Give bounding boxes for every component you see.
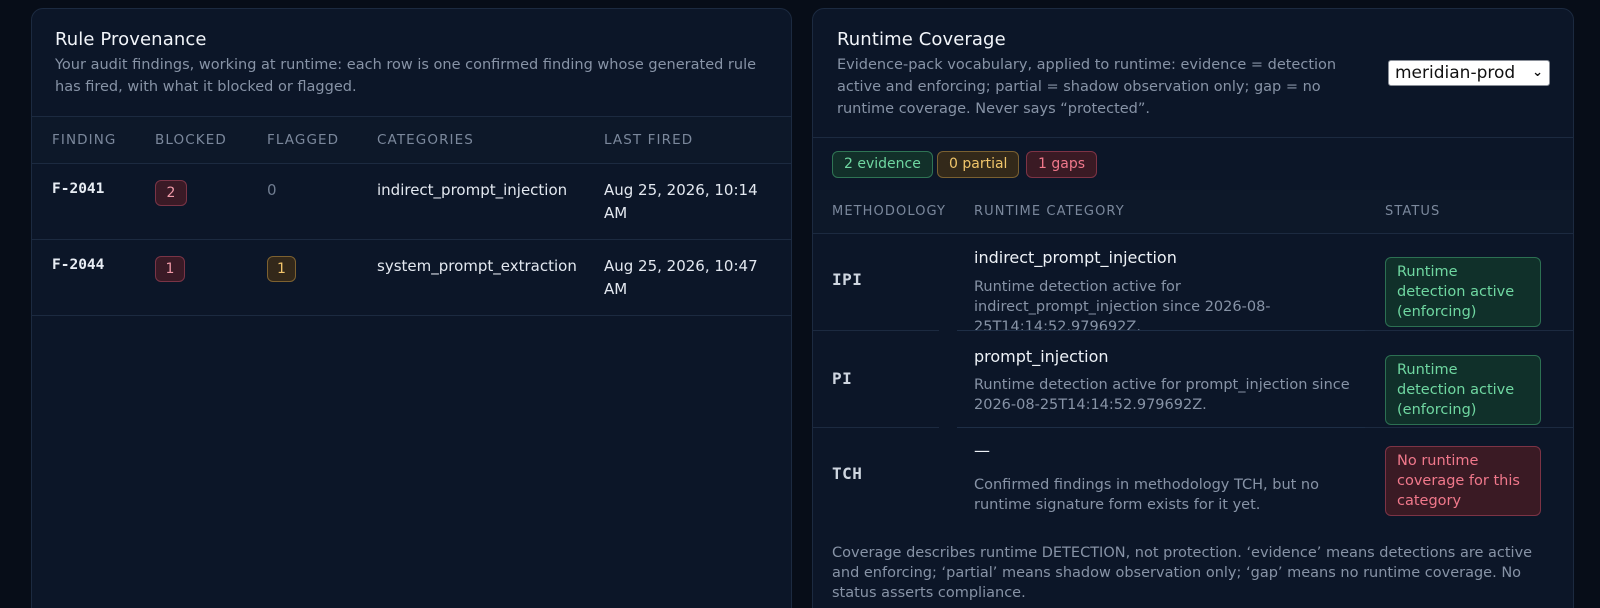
runtime-coverage-panel: Runtime Coverage Evidence-pack vocabular… [812,8,1574,608]
row-divider [813,427,939,428]
category-detail: Confirmed findings in methodology TCH, b… [974,477,1319,513]
row-divider [813,330,939,331]
chevron-down-icon: ⌄ [1532,65,1543,80]
methodology-code: IPI [832,270,863,289]
partial-count-badge: 0 partial [937,151,1020,178]
blocked-count-badge: 2 [155,180,187,206]
row-divider [1365,330,1573,331]
coverage-row-ipi[interactable]: IPI indirect_prompt_injection Runtime de… [813,235,1573,335]
divider [813,137,1573,138]
evidence-count-badge: 2 evidence [832,151,933,178]
last-fired-date: Aug 25, 2026, 10:14 AM [604,181,758,222]
methodology-code: PI [832,369,853,388]
finding-id: F-2041 [52,181,105,197]
status-badge: Runtime detection active (enforcing) [1385,355,1541,425]
row-divider [957,330,1365,331]
panel-description: Your audit findings, working at runtime:… [55,57,757,95]
column-header-runtime-category: RUNTIME CATEGORY [974,204,1125,219]
table-header: FINDING BLOCKED FLAGGED CATEGORIES LAST … [32,116,791,164]
flagged-count-badge: 1 [267,256,296,282]
category-detail: Runtime detection active for prompt_inje… [974,377,1350,413]
panel-description: Evidence-pack vocabulary, applied to run… [837,57,1337,117]
category-text: indirect_prompt_injection [377,181,568,199]
flagged-count: 0 [267,181,277,199]
column-header-finding: FINDING [52,132,117,148]
column-header-flagged: FLAGGED [267,132,340,148]
column-header-blocked: BLOCKED [155,132,227,148]
table-row[interactable]: F-2044 1 1 system_prompt_extraction Aug … [32,240,791,316]
gaps-count-badge: 1 gaps [1026,151,1098,178]
category-name: indirect_prompt_injection [974,248,1177,267]
finding-id: F-2044 [52,257,105,273]
environment-select[interactable]: meridian-prod ⌄ [1388,60,1550,86]
methodology-code: TCH [832,464,863,483]
category-detail: Runtime detection active for indirect_pr… [974,279,1271,335]
coverage-row-pi[interactable]: PI prompt_injection Runtime detection ac… [813,332,1573,428]
category-name: — [974,441,990,460]
coverage-table-header: METHODOLOGY RUNTIME CATEGORY STATUS [813,190,1573,234]
panel-title: Rule Provenance [55,29,207,50]
environment-select-value: meridian-prod [1395,63,1516,83]
status-badge: Runtime detection active (enforcing) [1385,257,1541,327]
panel-title: Runtime Coverage [837,29,1006,50]
last-fired-date: Aug 25, 2026, 10:47 AM [604,257,758,298]
row-divider [1365,427,1573,428]
column-header-last-fired: LAST FIRED [604,132,694,148]
status-badge: No runtime coverage for this category [1385,446,1541,516]
category-name: prompt_injection [974,347,1109,366]
coverage-footnote: Coverage describes runtime DETECTION, no… [832,545,1533,601]
column-header-status: STATUS [1385,204,1441,219]
row-divider [957,427,1365,428]
table-row[interactable]: F-2041 2 0 indirect_prompt_injection Aug… [32,164,791,240]
rule-provenance-panel: Rule Provenance Your audit findings, wor… [31,8,792,608]
blocked-count-badge: 1 [155,256,185,282]
category-text: system_prompt_extraction [377,257,577,275]
column-header-categories: CATEGORIES [377,132,474,148]
coverage-row-tch[interactable]: TCH — Confirmed findings in methodology … [813,429,1573,525]
column-header-methodology: METHODOLOGY [832,204,947,219]
